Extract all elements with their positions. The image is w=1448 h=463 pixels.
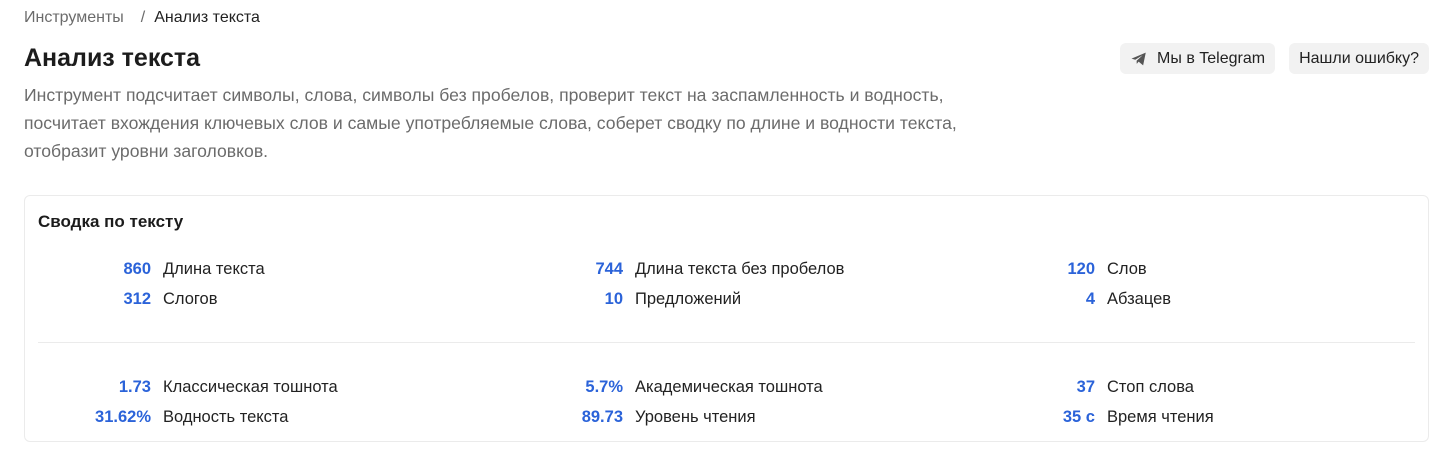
stat-label: Абзацев [1107,290,1172,308]
stat-label: Водность текста [163,408,289,426]
stat-value: 31.62% [95,408,151,426]
summary-card: Сводка по тексту 860 Длина текста 744 Дл… [24,195,1429,442]
stat-water: 31.62% Водность текста [25,407,288,427]
stat-value: 120 [1067,260,1095,278]
stat-stop-words: 37 Стоп слова [969,377,1194,397]
stat-value: 312 [123,290,151,308]
stat-label: Время чтения [1107,408,1214,426]
summary-title: Сводка по тексту [38,212,184,231]
stat-value: 10 [604,290,623,308]
stat-value: 35 с [1062,408,1095,426]
stat-reading-level: 89.73 Уровень чтения [497,407,756,427]
stat-reading-time: 35 с Время чтения [969,407,1214,427]
stat-value: 4 [1085,290,1095,308]
stat-label: Предложений [635,290,742,308]
stat-label: Стоп слова [1107,378,1194,396]
stat-sentences: 10 Предложений [497,289,741,309]
summary-divider [38,342,1415,343]
stat-label: Слов [1107,260,1147,278]
stat-value: 5.7% [585,378,623,396]
stat-academic-nausea: 5.7% Академическая тошнота [497,377,823,397]
page-description: Инструмент подсчитает символы, слова, си… [24,85,957,161]
stat-label: Классическая тошнота [163,378,338,396]
stat-value: 1.73 [118,378,151,396]
breadcrumb-current: Анализ текста [154,9,260,26]
telegram-button-label: Мы в Telegram [1157,49,1266,67]
page-title: Анализ текста [24,44,201,72]
telegram-button[interactable]: Мы в Telegram [1120,43,1276,74]
stat-value: 744 [595,260,623,278]
stat-classic-nausea: 1.73 Классическая тошнота [25,377,338,397]
header-actions: Мы в Telegram Нашли ошибку? [1120,43,1429,74]
breadcrumb: Инструменты / Анализ текста [24,9,260,27]
paper-plane-icon [1130,50,1148,68]
stat-label: Длина текста без пробелов [635,260,845,278]
report-error-button[interactable]: Нашли ошибку? [1289,43,1429,74]
stat-value: 89.73 [581,408,623,426]
page: Инструменты / Анализ текста Анализ текст… [0,0,1448,463]
stat-label: Слогов [163,290,218,308]
stat-words: 120 Слов [969,259,1147,279]
stat-value: 860 [123,260,151,278]
breadcrumb-separator: / [140,9,146,26]
stat-text-length: 860 Длина текста [25,259,265,279]
stat-label: Длина текста [163,260,265,278]
stat-label: Уровень чтения [635,408,756,426]
stat-length-no-spaces: 744 Длина текста без пробелов [497,259,844,279]
stat-syllables: 312 Слогов [25,289,218,309]
breadcrumb-link-tools[interactable]: Инструменты [24,9,124,27]
stat-value: 37 [1076,378,1095,396]
stat-paragraphs: 4 Абзацев [969,289,1171,309]
stat-label: Академическая тошнота [635,378,823,396]
